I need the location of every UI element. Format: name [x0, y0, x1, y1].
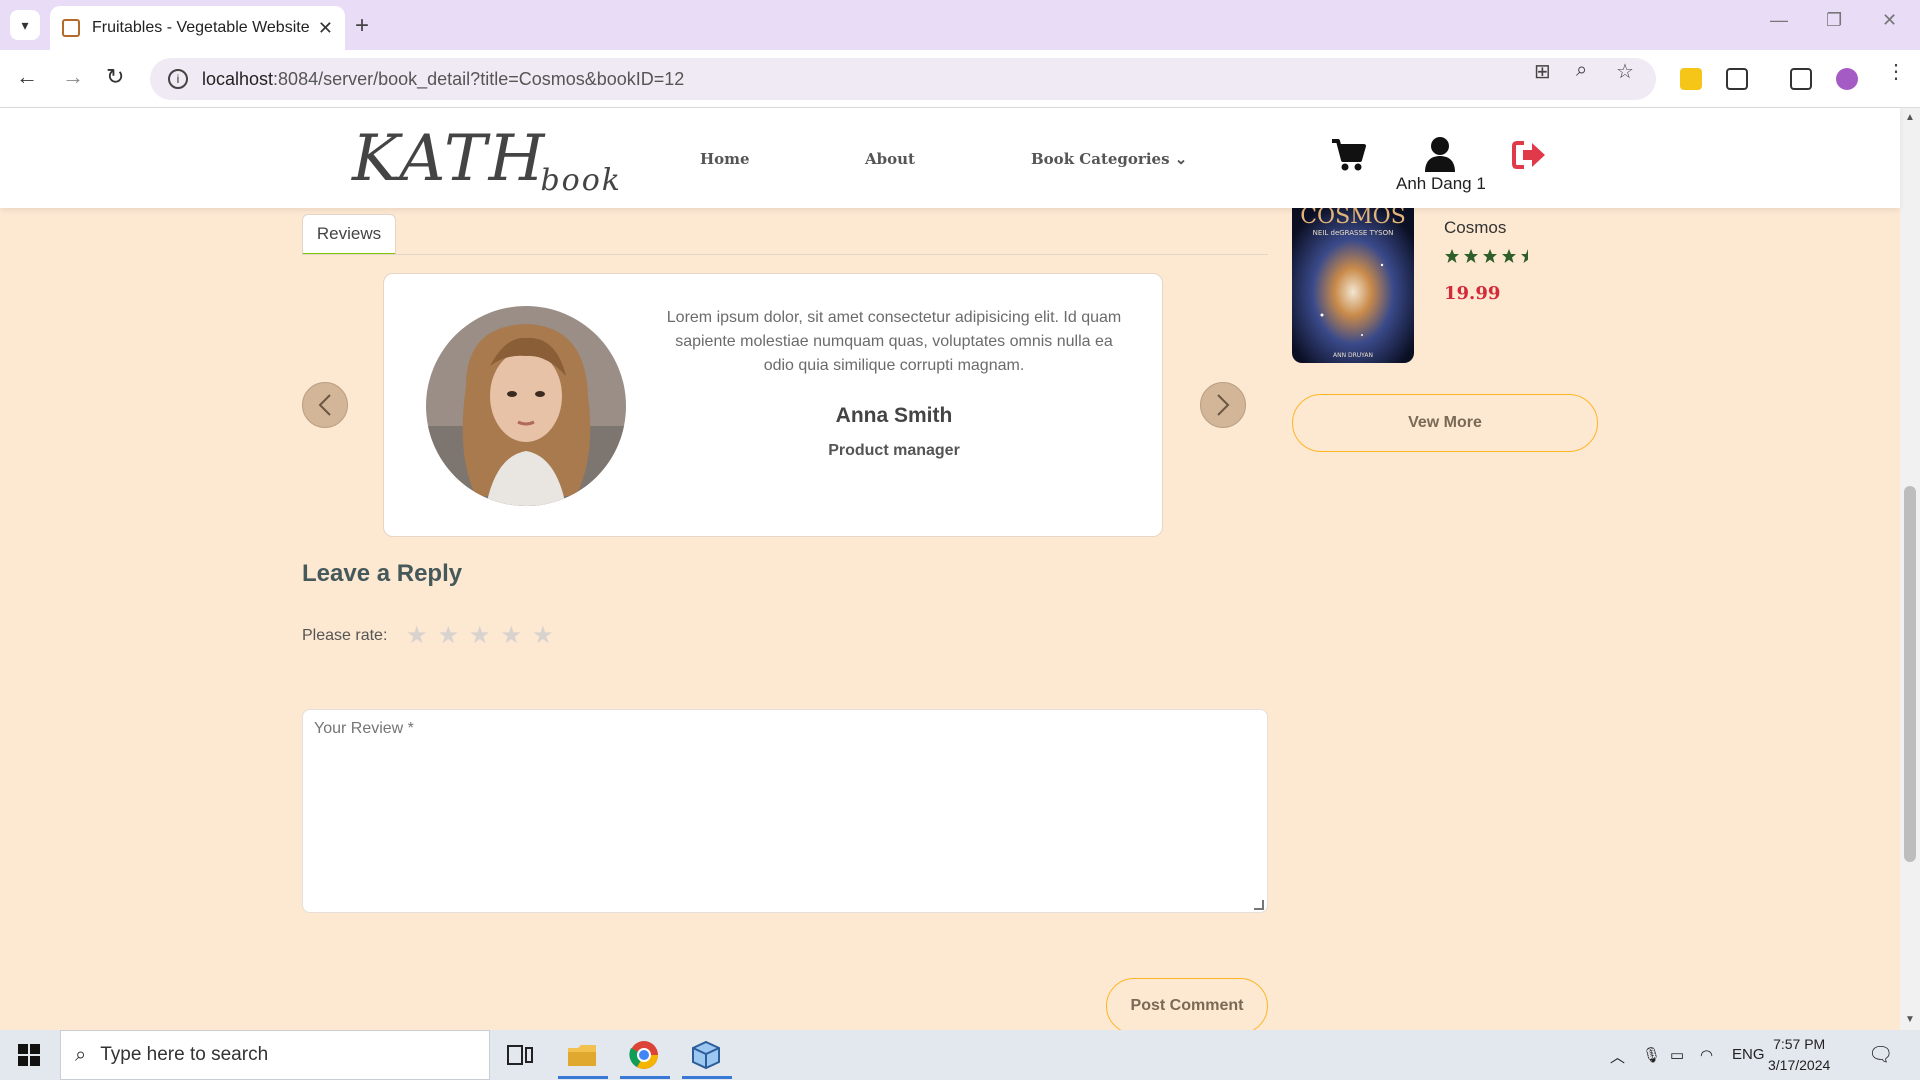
- book-title[interactable]: Cosmos: [1444, 218, 1506, 238]
- wifi-icon[interactable]: ◠: [1700, 1046, 1713, 1064]
- extensions-puzzle-icon[interactable]: [1726, 68, 1748, 90]
- cover-title: COSMOS: [1300, 205, 1406, 229]
- scroll-up-icon[interactable]: ▲: [1905, 112, 1915, 123]
- rate-label: Please rate:: [302, 627, 388, 644]
- testimonial-text: Lorem ipsum dolor, sit amet consectetur …: [666, 309, 1122, 374]
- testimonial-card: Lorem ipsum dolor, sit amet consectetur …: [383, 273, 1163, 537]
- forward-icon[interactable]: →: [62, 64, 84, 90]
- search-icon: ⌕: [75, 1043, 87, 1066]
- clock-date: 3/17/2024: [1768, 1057, 1831, 1073]
- language-indicator[interactable]: ENG: [1732, 1046, 1765, 1063]
- site-logo[interactable]: KATHbook: [352, 122, 628, 198]
- rate-star-icon[interactable]: ★: [438, 624, 460, 648]
- user-name: Anh Dang 1: [1396, 174, 1486, 193]
- reviewer-role: Product manager: [828, 442, 960, 459]
- reviewer-name: Anna Smith: [835, 404, 953, 427]
- post-comment-button[interactable]: Post Comment: [1106, 978, 1268, 1034]
- scroll-down-icon[interactable]: ▼: [1905, 1014, 1915, 1025]
- bookmark-star-icon[interactable]: ☆: [1616, 59, 1634, 84]
- rate-stars: ★ ★ ★ ★ ★: [406, 624, 554, 648]
- translate-icon[interactable]: ⊞: [1534, 59, 1551, 84]
- menu-dots-icon[interactable]: ⋮: [1886, 59, 1906, 84]
- browser-tab-bar: ▾ Fruitables - Vegetable Website ✕ + — ❐…: [0, 0, 1920, 50]
- notifications-icon[interactable]: 🗨: [1868, 1042, 1893, 1067]
- book-cover-image[interactable]: COSMOS NEIL deGRASSE TYSON ANN DRUYAN: [1292, 205, 1414, 363]
- logout-icon[interactable]: [1512, 140, 1546, 170]
- windows-start-icon[interactable]: [18, 1044, 40, 1066]
- rating-star-icon: [1521, 249, 1528, 263]
- rate-star-icon[interactable]: ★: [406, 624, 428, 648]
- show-hidden-icons-icon[interactable]: ︿: [1610, 1046, 1625, 1067]
- site-info-icon[interactable]: i: [168, 69, 188, 89]
- rating-star-icon: [1445, 249, 1459, 263]
- restore-icon[interactable]: ❐: [1826, 10, 1842, 31]
- cover-author: ANN DRUYAN: [1333, 352, 1373, 359]
- nav-categories-label: Book Categories: [1031, 150, 1170, 168]
- chevron-left-icon: [318, 394, 331, 416]
- resize-grip-icon[interactable]: [1254, 900, 1264, 910]
- explorer-active-indicator: [558, 1076, 608, 1079]
- reply-heading: Leave a Reply: [302, 560, 463, 587]
- page-scrollbar[interactable]: ▲ ▼: [1900, 108, 1920, 1030]
- rating-star-icon: [1483, 249, 1497, 263]
- browser-tab[interactable]: Fruitables - Vegetable Website ✕: [50, 6, 345, 50]
- side-panel-icon[interactable]: [1790, 68, 1812, 90]
- book-price: 19.99: [1444, 283, 1501, 304]
- taskbar-search-placeholder: Type here to search: [100, 1044, 269, 1065]
- taskbar-search[interactable]: ⌕ Type here to search: [60, 1030, 490, 1080]
- clock[interactable]: 7:57 PM 3/17/2024: [1768, 1034, 1830, 1076]
- zoom-icon[interactable]: ⌕: [1576, 59, 1587, 82]
- book-rating: [1444, 248, 1536, 264]
- scroll-thumb[interactable]: [1904, 486, 1916, 862]
- cover-subtitle: NEIL deGRASSE TYSON: [1313, 229, 1394, 237]
- chrome-icon[interactable]: [628, 1040, 660, 1070]
- url-path: :8084/server/book_detail?title=Cosmos&bo…: [273, 68, 685, 89]
- site-favicon-icon: [62, 19, 80, 37]
- reload-icon[interactable]: ↻: [106, 64, 124, 90]
- tab-title: Fruitables - Vegetable Website: [92, 19, 310, 36]
- microphone-icon[interactable]: 🎙: [1642, 1046, 1661, 1064]
- rating-star-icon: [1464, 249, 1478, 263]
- close-tab-icon[interactable]: ✕: [318, 18, 333, 39]
- chevron-right-icon: [1217, 394, 1230, 416]
- tab-reviews[interactable]: Reviews: [302, 214, 396, 255]
- tabs-divider: [302, 254, 1268, 255]
- minimize-icon[interactable]: —: [1770, 10, 1788, 31]
- reviewer-avatar: [426, 306, 626, 506]
- nav-book-categories[interactable]: Book Categories ⌄: [1031, 150, 1187, 168]
- windows-taskbar: ⌕ Type here to search ︿ 🎙 ▭ ◠ ENG 7:57 P…: [0, 1030, 1920, 1080]
- rating-star-icon: [1502, 249, 1516, 263]
- battery-icon[interactable]: ▭: [1670, 1046, 1684, 1064]
- task-view-icon[interactable]: [504, 1040, 536, 1070]
- view-more-button[interactable]: Vew More: [1292, 394, 1598, 452]
- profile-avatar[interactable]: [1836, 68, 1858, 90]
- new-tab-button[interactable]: +: [355, 12, 369, 40]
- rate-star-icon[interactable]: ★: [532, 624, 554, 648]
- url-host: localhost: [202, 68, 274, 89]
- rate-star-icon[interactable]: ★: [501, 624, 523, 648]
- logo-main: KATH: [352, 122, 547, 196]
- file-explorer-icon[interactable]: [566, 1040, 598, 1070]
- address-bar[interactable]: i localhost:8084/server/book_detail?titl…: [150, 58, 1656, 100]
- app-cube-icon[interactable]: [690, 1040, 722, 1070]
- app-active-indicator: [682, 1076, 732, 1079]
- back-icon[interactable]: ←: [16, 64, 38, 90]
- clock-time: 7:57 PM: [1773, 1036, 1826, 1052]
- rate-star-icon[interactable]: ★: [469, 624, 491, 648]
- cart-icon[interactable]: [1330, 138, 1366, 172]
- nav-home[interactable]: Home: [700, 150, 750, 168]
- nav-about[interactable]: About: [865, 150, 915, 168]
- carousel-next-button[interactable]: [1200, 382, 1246, 428]
- site-header: KATHbook Home About Book Categories ⌄ An…: [0, 108, 1900, 208]
- tab-search-button[interactable]: ▾: [10, 10, 40, 40]
- carousel-prev-button[interactable]: [302, 382, 348, 428]
- logo-sub: book: [540, 163, 622, 198]
- review-textarea[interactable]: [302, 709, 1268, 913]
- close-window-icon[interactable]: ✕: [1882, 10, 1897, 31]
- chevron-down-icon: ⌄: [1174, 150, 1188, 168]
- extension-icon[interactable]: [1680, 68, 1702, 90]
- browser-toolbar: ← → ↻ i localhost:8084/server/book_detai…: [0, 50, 1920, 108]
- chrome-active-indicator: [620, 1076, 670, 1079]
- user-icon[interactable]: [1424, 136, 1456, 172]
